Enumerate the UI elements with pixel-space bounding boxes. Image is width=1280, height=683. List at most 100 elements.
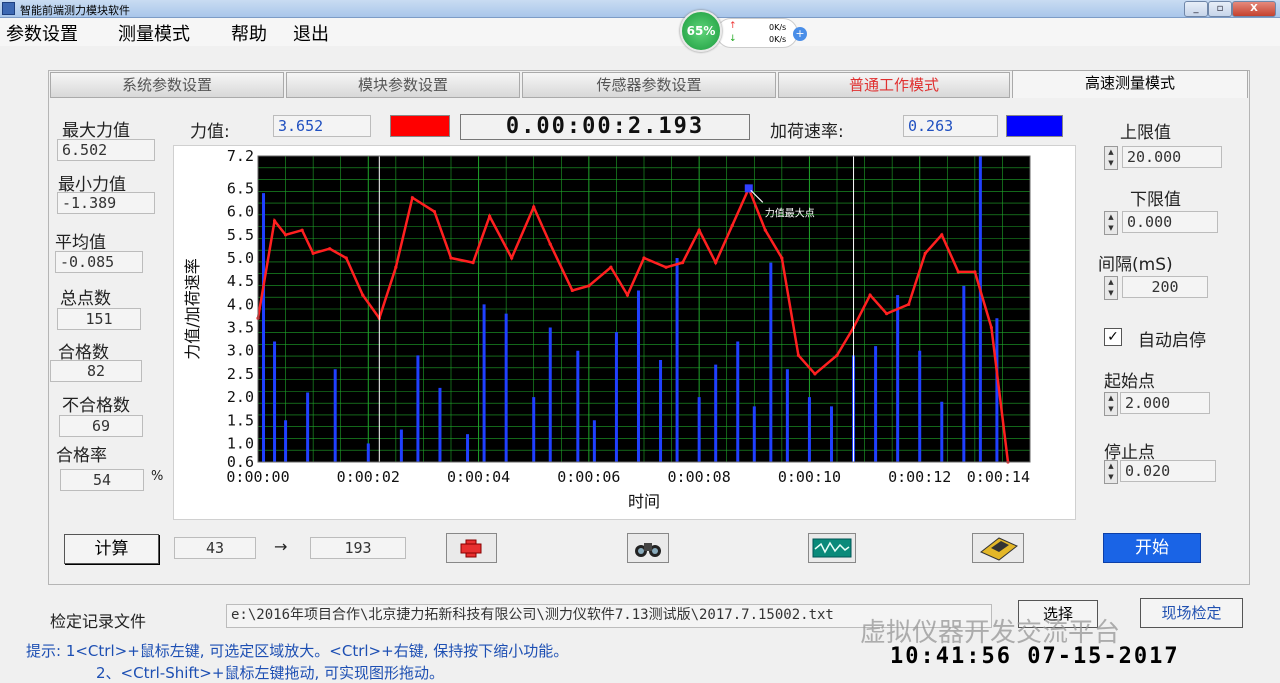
force-data-point [885, 312, 889, 316]
minimize-button[interactable]: _ [1184, 1, 1208, 17]
upper-limit-spinner[interactable]: ▲ ▼ [1104, 146, 1118, 170]
speed-plus-icon[interactable]: + [793, 27, 807, 41]
load-rate-label: 加荷速率: [770, 122, 844, 142]
lower-limit-spinner[interactable]: ▲ ▼ [1104, 211, 1118, 235]
maximize-button[interactable]: ▫ [1208, 1, 1232, 17]
start-point-spinner[interactable]: ▲ ▼ [1104, 392, 1118, 416]
max-force-value: 6.502 [57, 139, 155, 161]
stop-point-spinner[interactable]: ▲ ▼ [1104, 460, 1118, 484]
menu-exit[interactable]: 退出 [293, 20, 329, 46]
force-data-point [361, 293, 365, 297]
force-data-point [697, 228, 701, 232]
y-tick-label: 5.5 [227, 226, 254, 244]
download-arrow-icon: ↓ [729, 34, 737, 44]
load-rate-value: 0.263 [903, 115, 998, 137]
start-point-input[interactable]: 2.000 [1120, 392, 1210, 414]
auto-start-stop-checkbox[interactable]: ✓ [1104, 328, 1122, 346]
lower-limit-label: 下限值 [1130, 190, 1181, 210]
y-tick-label: 7.2 [227, 147, 254, 165]
y-tick-label: 5.0 [227, 249, 254, 267]
speed-pill: ↑ ↓ 0K/s 0K/s + [716, 18, 807, 48]
range-arrow: → [274, 537, 288, 556]
force-data-point [763, 228, 767, 232]
tab-system-params[interactable]: 系统参数设置 [50, 72, 284, 98]
force-data-point [609, 265, 613, 269]
tab-normal-mode[interactable]: 普通工作模式 [778, 72, 1010, 98]
menu-measure-mode[interactable]: 测量模式 [118, 20, 190, 46]
upper-limit-input[interactable]: 20.000 [1122, 146, 1222, 168]
waveform-button[interactable] [808, 533, 856, 563]
total-points-label: 总点数 [60, 289, 111, 309]
total-points-value: 151 [57, 308, 141, 330]
force-data-point [570, 288, 574, 293]
min-force-value: -1.389 [57, 192, 155, 214]
force-data-point [796, 353, 801, 357]
x-tick-label: 0:00:04 [447, 468, 510, 486]
hint-line-1: 提示: 1<Ctrl>+鼠标左键, 可选定区域放大。<Ctrl>+右键, 保持按… [26, 642, 569, 660]
force-data-point [642, 256, 646, 260]
on-site-verify-button[interactable]: 现场检定 [1140, 598, 1243, 628]
watermark-text: 虚拟仪器开发交流平台 [860, 618, 1121, 648]
force-data-point [681, 261, 685, 265]
stop-point-input[interactable]: 0.020 [1120, 460, 1216, 482]
y-tick-label: 6.0 [227, 203, 254, 221]
force-data-point [923, 251, 927, 255]
memory-usage-gauge[interactable]: 65% [680, 10, 722, 52]
start-button[interactable]: 开始 [1103, 533, 1201, 563]
save-disk-button[interactable] [972, 533, 1024, 563]
network-speed-widget[interactable]: ↑ ↓ 0K/s 0K/s + 65% [680, 10, 807, 52]
force-data-point [272, 219, 277, 223]
force-data-point [868, 293, 872, 297]
x-tick-label: 0:00:02 [337, 468, 400, 486]
y-tick-label: 3.0 [227, 342, 254, 360]
force-data-point [813, 372, 817, 376]
download-speed: 0K/s [769, 35, 787, 44]
waveform-icon [812, 538, 852, 558]
force-chart[interactable]: 力值最大点 7.2 6.5 6.0 5.5 5.0 4.5 4.0 3.5 3.0 2.5 2.0 1.… [173, 145, 1076, 520]
force-data-point [510, 256, 514, 260]
interval-input[interactable]: 200 [1122, 276, 1208, 298]
y-tick-label: 1.5 [227, 411, 254, 429]
start-point-label: 起始点 [1104, 372, 1155, 392]
force-data-point [471, 261, 475, 265]
force-color-swatch [390, 115, 450, 137]
title-bar: 智能前端测力模块软件 _ ▫ X [0, 0, 1280, 18]
interval-spinner[interactable]: ▲ ▼ [1104, 276, 1118, 300]
upload-speed: 0K/s [769, 23, 787, 32]
zoom-binoculars-button[interactable] [627, 533, 669, 563]
force-data-point [940, 233, 944, 237]
y-tick-label: 2.0 [227, 388, 254, 406]
pass-rate-label: 合格率 [56, 446, 107, 466]
calculate-button[interactable]: 计算 [64, 534, 159, 564]
interval-label: 间隔(mS) [1098, 255, 1173, 275]
medical-cross-button[interactable] [446, 533, 497, 563]
close-button[interactable]: X [1232, 1, 1276, 17]
force-data-point [835, 353, 839, 357]
range-from-value: 43 [174, 537, 256, 559]
force-data-point [973, 270, 977, 274]
force-data-point [311, 251, 315, 255]
force-data-point [394, 265, 398, 269]
auto-start-stop-label: 自动启停 [1138, 331, 1206, 351]
max-force-label: 最大力值 [62, 121, 130, 141]
force-chart-svg[interactable]: 力值最大点 7.2 6.5 6.0 5.5 5.0 4.5 4.0 3.5 3.0 2.5 2.0 1.… [174, 146, 1077, 521]
lower-limit-input[interactable]: 0.000 [1122, 211, 1218, 233]
window-title: 智能前端测力模块软件 [20, 4, 130, 17]
tab-sensor-params[interactable]: 传感器参数设置 [522, 72, 776, 98]
force-data-point [730, 223, 734, 228]
record-file-label: 检定记录文件 [50, 612, 147, 631]
force-data-point [488, 214, 492, 218]
x-tick-label: 0:00:10 [778, 468, 841, 486]
tab-module-params[interactable]: 模块参数设置 [286, 72, 520, 98]
menu-help[interactable]: 帮助 [231, 20, 267, 46]
force-data-point [780, 256, 784, 260]
average-label: 平均值 [55, 233, 106, 253]
menu-param-settings[interactable]: 参数设置 [6, 20, 78, 46]
force-data-point [907, 302, 911, 306]
fail-count-value: 69 [59, 415, 143, 437]
force-data-point [283, 233, 288, 237]
tab-high-speed-mode[interactable]: 高速测量模式 [1012, 70, 1248, 98]
app-icon [2, 2, 15, 15]
y-tick-label: 1.0 [227, 434, 254, 452]
x-tick-label: 0:00:00 [226, 468, 289, 486]
